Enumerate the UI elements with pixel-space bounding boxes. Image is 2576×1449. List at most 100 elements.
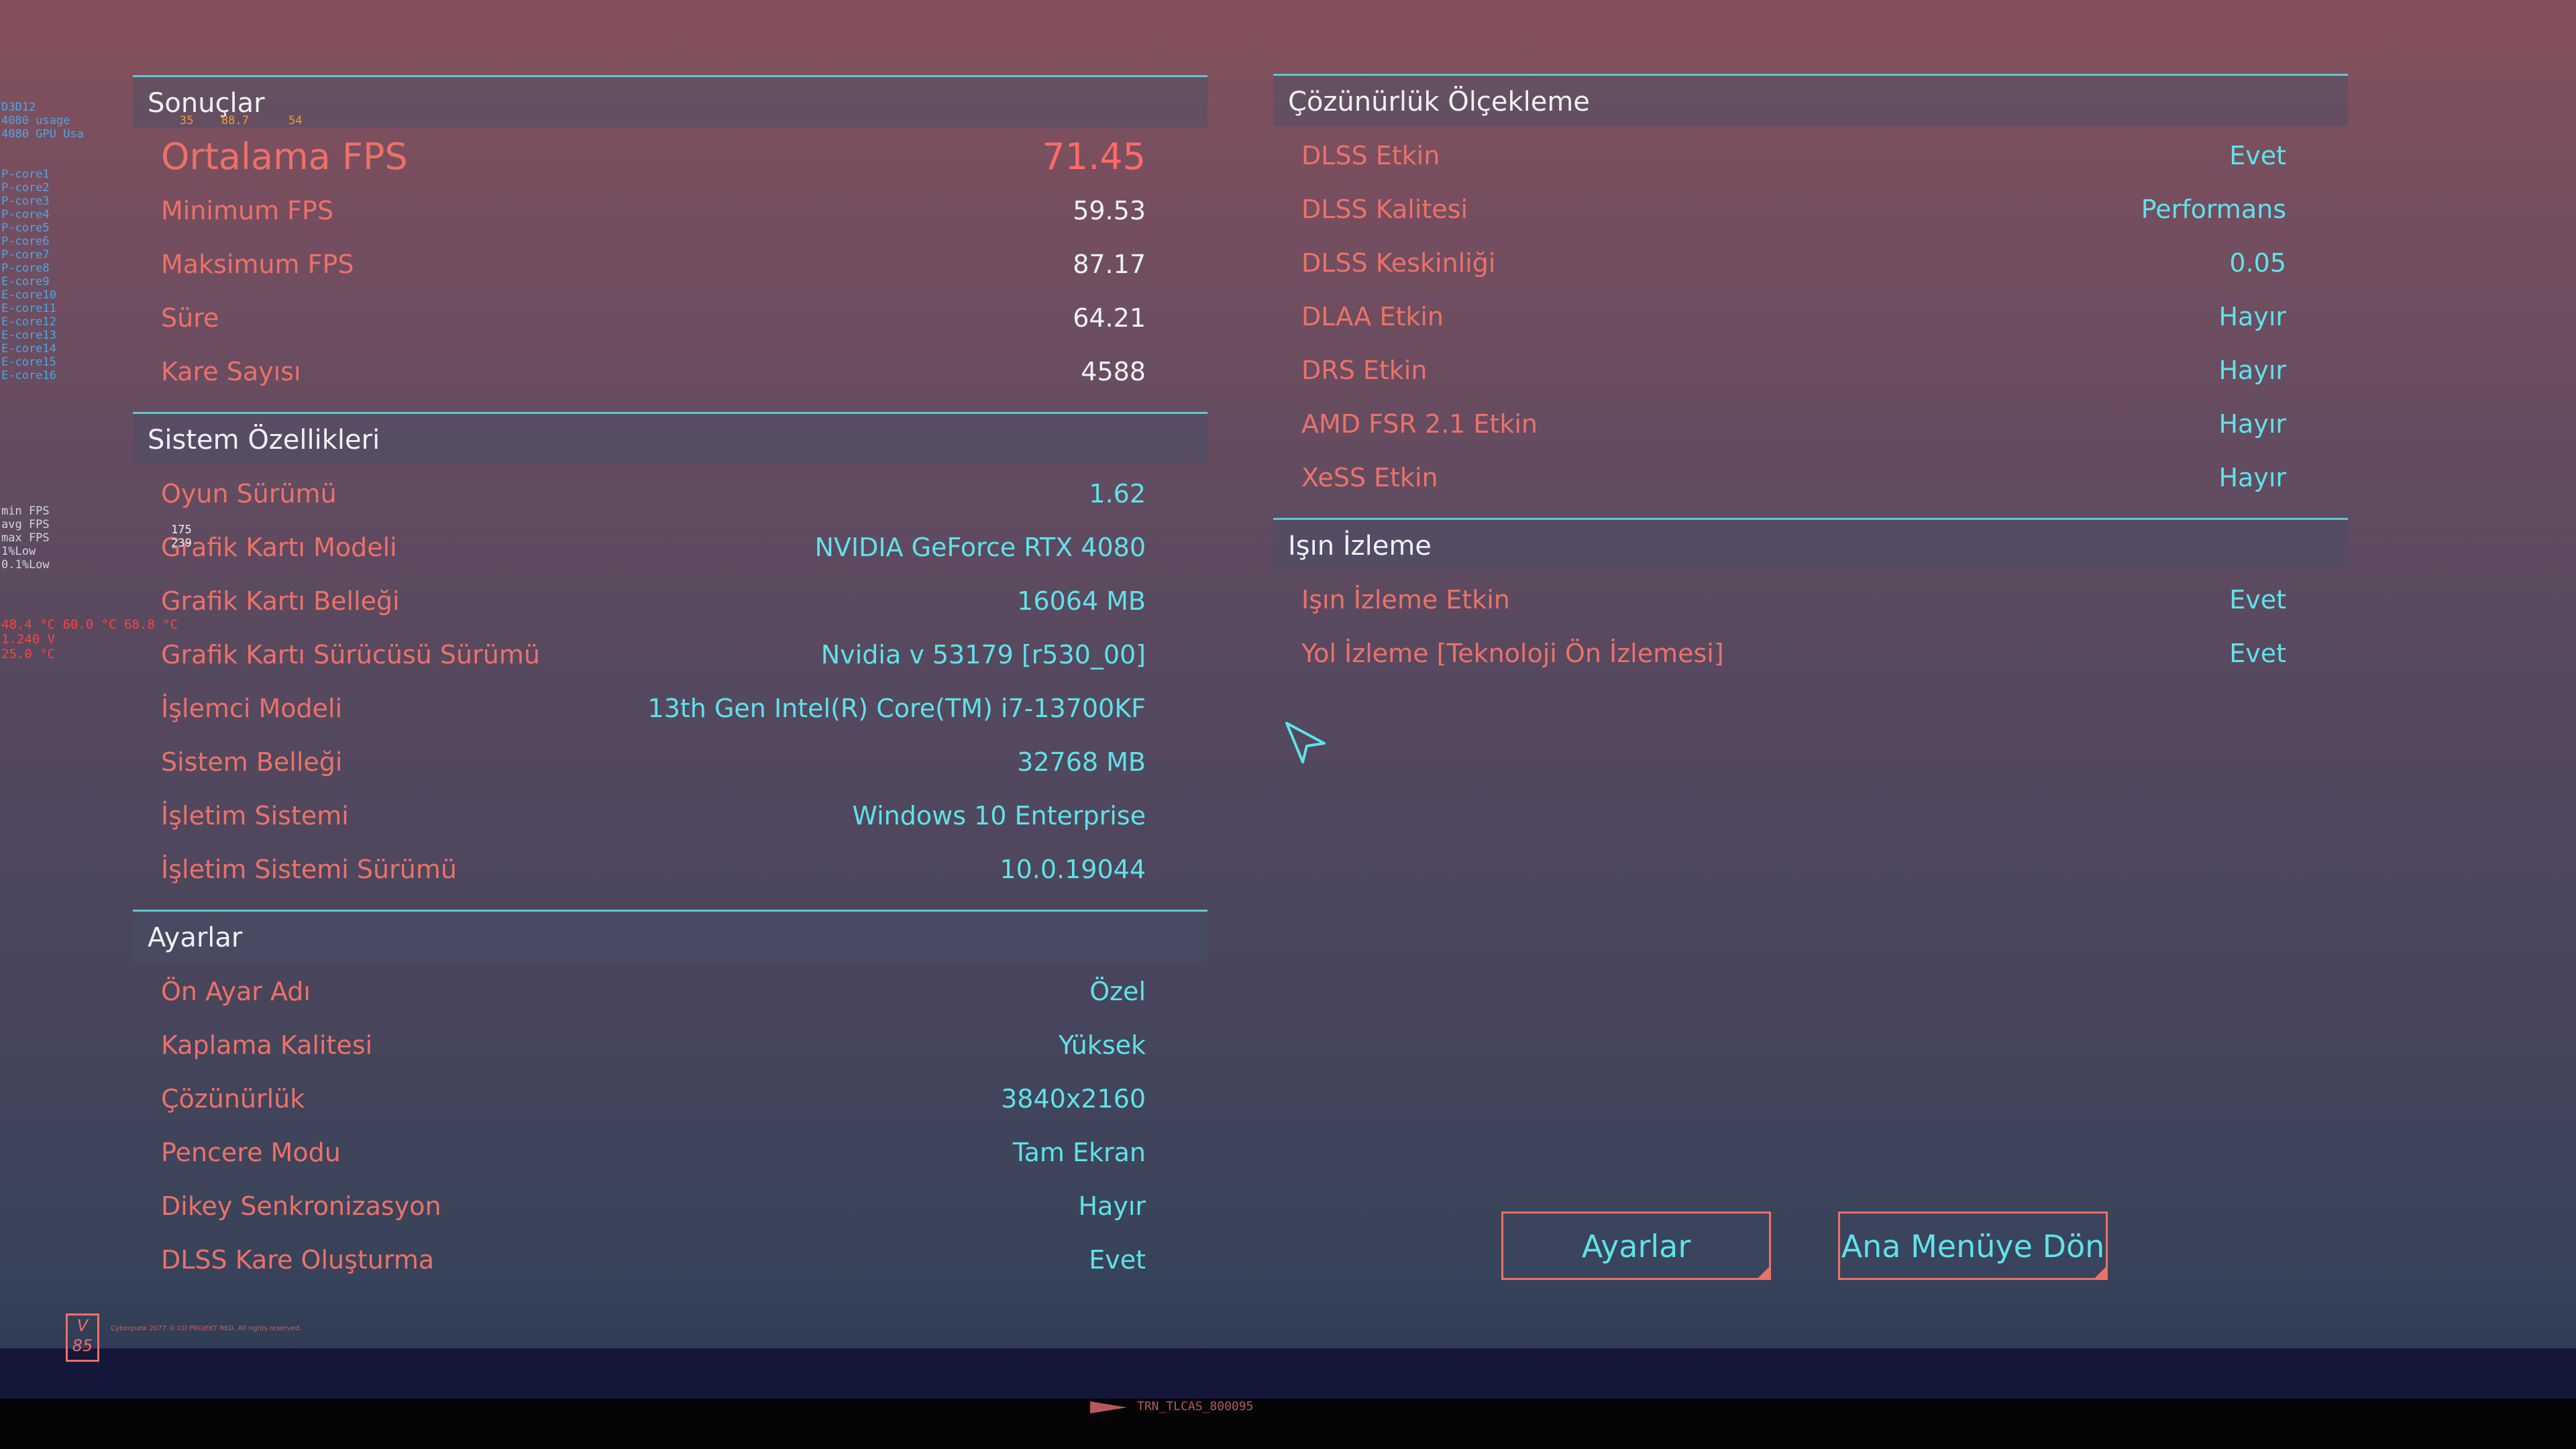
row-value: Yüksek (1058, 1030, 1146, 1060)
bottom-band (0, 1348, 2576, 1399)
row-label: Ön Ayar Adı (161, 977, 311, 1006)
overlay-fps-label: min FPS (1, 504, 50, 518)
row-value: 3840x2160 (1001, 1084, 1146, 1114)
build-code: TRN_TLCAS_800095 (1137, 1399, 1254, 1413)
row-value: 4588 (1081, 357, 1146, 386)
row-value: Performans (2141, 195, 2286, 224)
legal-text: Cyberpunk 2077 © CD PROJEKT RED. All rig… (111, 1325, 302, 1332)
row-value: 10.0.19044 (1000, 855, 1146, 884)
overlay-core-label: P-core1 (1, 168, 50, 181)
row-value: Evet (1089, 1245, 1146, 1275)
row-label: Kaplama Kalitesi (161, 1030, 373, 1060)
overlay-core-label: E-core16 (1, 369, 56, 382)
overlay-core-label: E-core9 (1, 275, 50, 288)
row-value: NVIDIA GeForce RTX 4080 (814, 533, 1146, 562)
overlay-core-label: E-core12 (1, 315, 56, 329)
overlay-fps-label: 0.1%Low (1, 558, 50, 572)
scaling-row: AMD FSR 2.1 Etkin Hayır (1273, 397, 2348, 451)
overlay-gpu-label: 4080 usage (1, 114, 70, 127)
row-label: Çözünürlük (161, 1084, 305, 1114)
row-label: DLSS Etkin (1301, 141, 1440, 170)
bottom-bar (0, 1399, 2576, 1449)
row-value: Tam Ekran (1012, 1138, 1146, 1167)
row-label: DLAA Etkin (1301, 302, 1444, 331)
row-label: AMD FSR 2.1 Etkin (1301, 409, 1538, 439)
overlay-fps-label: max FPS (1, 531, 50, 545)
mouse-cursor-icon (1285, 722, 1326, 763)
overlay-core-label: E-core13 (1, 329, 56, 342)
overlay-core-label: P-core2 (1, 181, 50, 195)
row-value: 64.21 (1073, 303, 1146, 333)
settings-button[interactable]: Ayarlar (1501, 1212, 1771, 1280)
settings-row: Dikey Senkronizasyon Hayır (133, 1179, 1208, 1233)
row-value: 13th Gen Intel(R) Core(TM) i7-13700KF (647, 694, 1146, 723)
version-badge: V 85 (66, 1313, 99, 1362)
scaling-header: Çözünürlük Ölçekleme (1273, 74, 2348, 126)
arrow-icon (1090, 1401, 1127, 1413)
system-row: Sistem Belleği 32768 MB (133, 735, 1208, 789)
row-label: Işın İzleme Etkin (1301, 585, 1510, 614)
scaling-row: DLSS Kalitesi Performans (1273, 182, 2348, 236)
row-value: Özel (1089, 977, 1146, 1006)
performance-overlay: D3D12 4080 usage 4080 GPU Usa 35 88.7 54… (0, 101, 349, 738)
row-label: XeSS Etkin (1301, 463, 1438, 492)
overlay-value: 88.7 (221, 114, 249, 127)
settings-row: Ön Ayar Adı Özel (133, 965, 1208, 1018)
raytracing-list: Işın İzleme Etkin Evet Yol İzleme [Teknol… (1273, 570, 2348, 694)
overlay-gpu-usage-label: 4080 GPU Usa (1, 127, 84, 141)
row-value: 87.17 (1073, 250, 1146, 279)
row-value: 0.05 (2229, 248, 2286, 278)
settings-row: Kaplama Kalitesi Yüksek (133, 1018, 1208, 1072)
row-value: Hayır (2218, 302, 2286, 331)
overlay-core-label: E-core11 (1, 302, 56, 315)
scaling-row: DLAA Etkin Hayır (1273, 290, 2348, 343)
overlay-temp: 25.0 °C (1, 647, 56, 661)
row-label: İşletim Sistemi Sürümü (161, 855, 457, 884)
main-menu-button[interactable]: Ana Menüye Dön (1838, 1212, 2108, 1280)
row-value: Evet (2229, 639, 2286, 668)
row-value: 59.53 (1073, 196, 1146, 225)
scaling-row: DLSS Etkin Evet (1273, 129, 2348, 182)
overlay-fps-value: 239 (171, 537, 192, 550)
overlay-value: 54 (288, 114, 303, 127)
row-value: 1.62 (1089, 479, 1146, 508)
row-value: 16064 MB (1017, 586, 1146, 616)
system-row: İşletim Sistemi Sürümü 10.0.19044 (133, 843, 1208, 896)
row-value: Evet (2229, 585, 2286, 614)
settings-header: Ayarlar (133, 910, 1208, 962)
row-label: Sistem Belleği (161, 747, 343, 777)
row-value: 71.45 (1042, 136, 1146, 178)
row-label: DLSS Kare Oluşturma (161, 1245, 435, 1275)
overlay-core-label: P-core8 (1, 262, 50, 275)
raytracing-row: Yol İzleme [Teknoloji Ön İzlemesi] Evet (1273, 627, 2348, 680)
overlay-core-label: P-core3 (1, 195, 50, 208)
overlay-core-label: E-core14 (1, 342, 56, 356)
overlay-fps-label: avg FPS (1, 518, 50, 531)
scaling-row: XeSS Etkin Hayır (1273, 451, 2348, 504)
row-value: Windows 10 Enterprise (852, 801, 1146, 830)
row-value: Nvidia v 53179 [r530_00] (820, 640, 1146, 669)
overlay-core-label: E-core10 (1, 288, 56, 302)
overlay-core-label: P-core7 (1, 248, 50, 262)
row-label: Yol İzleme [Teknoloji Ön İzlemesi] (1301, 639, 1724, 668)
row-value: Hayır (2218, 356, 2286, 385)
scaling-row: DLSS Keskinliği 0.05 (1273, 236, 2348, 290)
settings-row: Çözünürlük 3840x2160 (133, 1072, 1208, 1126)
row-label: İşletim Sistemi (161, 801, 349, 830)
overlay-api-label: D3D12 (1, 101, 36, 114)
scaling-row: DRS Etkin Hayır (1273, 343, 2348, 397)
overlay-voltage: 1.240 V (1, 632, 56, 647)
overlay-temps: 48.4 °C 60.0 °C 68.8 °C (1, 617, 178, 632)
settings-row: Pencere Modu Tam Ekran (133, 1126, 1208, 1179)
row-value: Hayır (2218, 463, 2286, 492)
raytracing-header: Işın İzleme (1273, 518, 2348, 570)
row-label: Dikey Senkronizasyon (161, 1191, 441, 1221)
row-label: DLSS Keskinliği (1301, 248, 1496, 278)
system-row: İşletim Sistemi Windows 10 Enterprise (133, 789, 1208, 843)
settings-list: Ön Ayar Adı Özel Kaplama Kalitesi Yüksek Ç… (133, 962, 1208, 1300)
row-value: Hayır (2218, 409, 2286, 439)
row-value: Evet (2229, 141, 2286, 170)
row-label: Pencere Modu (161, 1138, 341, 1167)
row-value: Hayır (1078, 1191, 1146, 1221)
overlay-core-label: P-core4 (1, 208, 50, 221)
